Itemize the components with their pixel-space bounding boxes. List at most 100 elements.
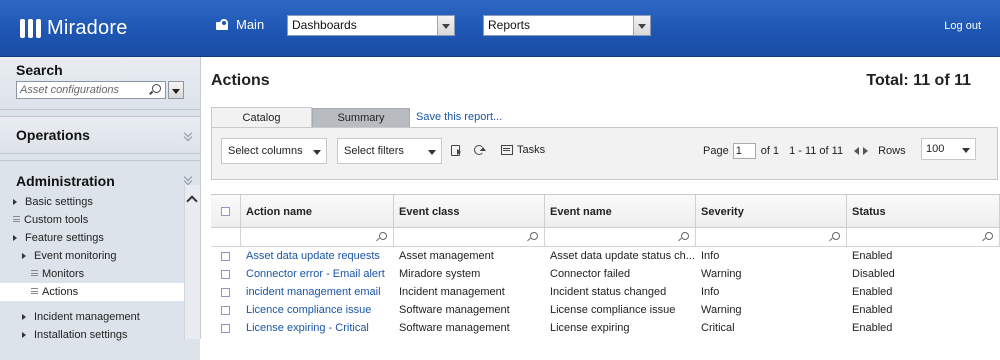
export-icon[interactable] [451, 145, 461, 156]
action-name-link[interactable]: incident management email [241, 283, 394, 301]
sidebar-item[interactable]: Incident management [0, 308, 184, 326]
action-name-link[interactable]: Licence compliance issue [241, 301, 394, 319]
save-report-link[interactable]: Save this report... [416, 111, 502, 123]
row-checkbox[interactable] [221, 324, 230, 333]
chevron-down-icon [962, 148, 970, 157]
action-name-link[interactable]: Connector error - Email alert [241, 265, 394, 283]
column-header-action-name[interactable]: Action name [241, 195, 394, 227]
search-icon [379, 232, 387, 240]
collapse-chevron-icon[interactable] [184, 176, 193, 185]
administration-title[interactable]: Administration [0, 173, 200, 189]
filter-severity[interactable] [696, 228, 847, 246]
record-range: 1 - 11 of 11 [789, 145, 844, 157]
row-checkbox-cell [211, 319, 241, 337]
table-row[interactable]: Licence compliance issue Software managem… [211, 301, 1000, 319]
sidebar-item[interactable]: Installation settings [0, 326, 184, 344]
row-checkbox[interactable] [221, 270, 230, 279]
filter-event-name[interactable] [545, 228, 696, 246]
row-checkbox-cell [211, 265, 241, 283]
miradore-logo[interactable]: Miradore [20, 17, 128, 40]
filter-action-name[interactable] [241, 228, 394, 246]
event-name-cell: Asset data update status ch... [550, 250, 695, 262]
status-cell: Disabled [852, 268, 895, 280]
action-name-link[interactable]: Asset data update requests [241, 247, 394, 265]
refresh-icon[interactable] [474, 145, 486, 155]
reports-select[interactable]: Reports [483, 15, 651, 36]
main-link[interactable]: Main [216, 17, 264, 32]
event-name-cell: Connector failed [550, 268, 631, 280]
dashboards-select[interactable]: Dashboards [287, 15, 455, 36]
table-row[interactable]: incident management email Incident manage… [211, 283, 1000, 301]
search-icon[interactable] [152, 84, 161, 93]
expand-chevron-icon[interactable] [184, 132, 193, 141]
sidebar-item[interactable]: Actions [0, 283, 184, 301]
select-filters-dropdown[interactable]: Select filters [337, 138, 442, 164]
select-filters-label: Select filters [344, 145, 404, 157]
operations-section[interactable]: Operations [0, 116, 200, 154]
row-checkbox[interactable] [221, 306, 230, 315]
row-checkbox[interactable] [221, 252, 230, 261]
page-number-input[interactable]: 1 [732, 143, 756, 159]
column-header-event-name[interactable]: Event name [545, 195, 696, 227]
rows-per-page-select[interactable]: 100 [921, 138, 976, 160]
action-name-link[interactable]: License expiring - Critical [241, 319, 394, 337]
list-icon [31, 288, 38, 294]
filter-row [211, 228, 1000, 247]
status-cell: Enabled [852, 250, 893, 262]
prev-page-icon[interactable] [850, 147, 860, 155]
filter-status[interactable] [847, 228, 1000, 246]
expand-arrow-icon [22, 253, 29, 259]
status-cell: Enabled [852, 304, 893, 316]
logout-link[interactable]: Log out [944, 20, 981, 32]
report-toolbar: Select columns Select filters Tasks Page… [211, 127, 998, 180]
sidebar-scrollbar[interactable] [184, 185, 200, 339]
severity-cell: Warning [701, 268, 742, 280]
sidebar-item[interactable]: Basic settings [0, 193, 184, 211]
column-header-severity[interactable]: Severity [696, 195, 847, 227]
page-title: Actions [211, 72, 270, 89]
next-page-icon[interactable] [863, 147, 872, 155]
select-columns-dropdown[interactable]: Select columns [221, 138, 327, 164]
sidebar-item[interactable]: Event monitoring [0, 247, 184, 265]
chevron-down-icon [437, 16, 454, 35]
sidebar: Search Asset configurations Operations A… [0, 57, 201, 360]
sidebar-item-label: Incident management [34, 311, 140, 323]
event-class-cell: Miradore system [399, 268, 481, 280]
tab-summary[interactable]: Summary [312, 108, 410, 128]
chevron-down-icon [633, 16, 650, 35]
select-all-checkbox[interactable] [221, 207, 230, 216]
table-row[interactable]: Connector error - Email alert Miradore sy… [211, 265, 1000, 283]
logo-icon [20, 19, 41, 38]
sidebar-item[interactable]: Custom tools [0, 211, 184, 229]
header-checkbox-cell [211, 195, 241, 227]
row-checkbox-cell [211, 247, 241, 265]
row-checkbox-cell [211, 283, 241, 301]
table-body: Asset data update requests Asset manageme… [211, 247, 1000, 337]
table-row[interactable]: License expiring - Critical Software mana… [211, 319, 1000, 337]
severity-cell: Warning [701, 304, 742, 316]
scroll-up-icon[interactable] [186, 195, 198, 207]
page-label: Page [703, 145, 729, 157]
expand-arrow-icon [22, 314, 29, 320]
total-count: Total: 11 of 11 [866, 72, 971, 89]
operations-title: Operations [16, 127, 90, 143]
filter-event-class[interactable] [394, 228, 545, 246]
tasks-button[interactable]: Tasks [501, 144, 545, 156]
sidebar-item[interactable]: Feature settings [0, 229, 184, 247]
column-header-event-class[interactable]: Event class [394, 195, 545, 227]
search-input[interactable]: Asset configurations [16, 81, 166, 99]
sidebar-item[interactable]: Monitors [0, 265, 184, 283]
search-icon [985, 232, 993, 240]
list-icon [13, 216, 20, 222]
event-class-cell: Software management [399, 322, 510, 334]
table-row[interactable]: Asset data update requests Asset manageme… [211, 247, 1000, 265]
row-checkbox[interactable] [221, 288, 230, 297]
sidebar-item-label: Event monitoring [34, 250, 117, 262]
tab-catalog[interactable]: Catalog [211, 107, 312, 128]
chevron-down-icon [428, 150, 436, 159]
reports-select-value: Reports [488, 18, 531, 32]
actions-table: Action name Event class Event name Sever… [211, 194, 1000, 337]
dashboards-select-value: Dashboards [292, 18, 357, 32]
search-type-dropdown[interactable] [168, 81, 184, 99]
column-header-status[interactable]: Status [847, 195, 1000, 227]
